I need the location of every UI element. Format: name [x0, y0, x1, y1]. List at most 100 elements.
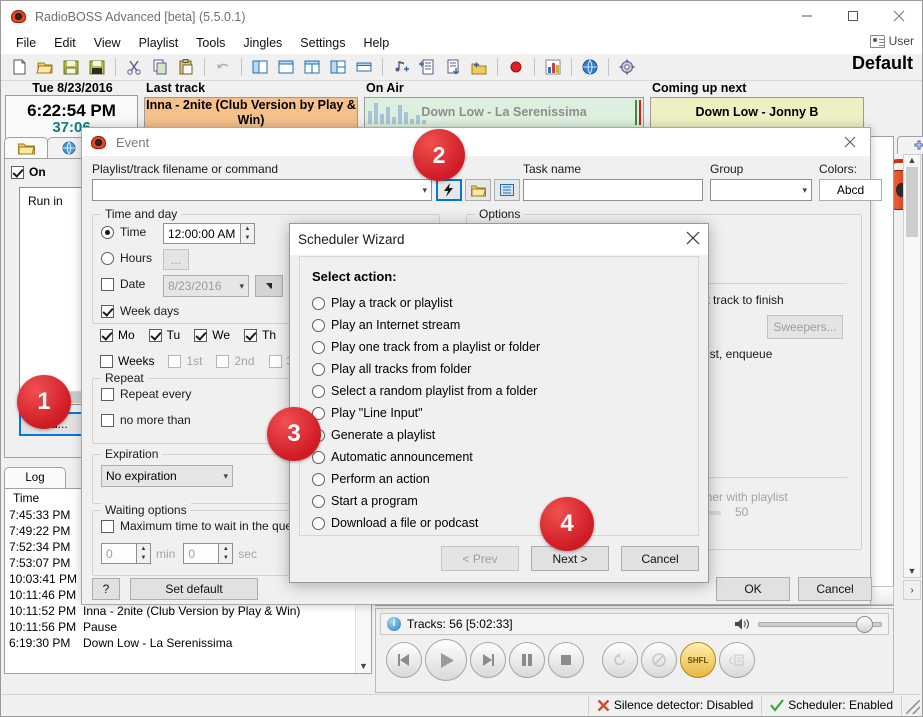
group-combo[interactable]: ▾	[710, 179, 812, 201]
select-playlist-button[interactable]	[494, 179, 520, 201]
previous-button[interactable]	[386, 642, 422, 678]
layout-two-col-icon[interactable]	[300, 56, 324, 79]
layout-single-icon[interactable]	[274, 56, 298, 79]
filename-combo[interactable]: ▾	[92, 179, 432, 201]
pause-button[interactable]	[509, 642, 545, 678]
menu-playlist[interactable]: Playlist	[130, 34, 188, 52]
save-icon[interactable]	[59, 56, 83, 79]
repeat-button[interactable]	[602, 642, 638, 678]
log-row[interactable]: 6:19:30 PM Down Low - La Serenissima	[5, 635, 371, 651]
event-dialog-close-icon[interactable]	[836, 130, 864, 154]
menu-view[interactable]: View	[85, 34, 130, 52]
on-air-value-box[interactable]: Down Low - La Serenissima	[364, 97, 644, 128]
wizard-cancel-button[interactable]: Cancel	[621, 546, 699, 571]
paste-icon[interactable]	[174, 56, 198, 79]
last-track-value[interactable]: Inna - 2nite (Club Version by Play & Win…	[144, 97, 358, 128]
resize-grip-icon[interactable]	[906, 700, 920, 714]
wizard-option-internet-stream[interactable]: Play an Internet stream	[312, 314, 698, 336]
add-folder-icon[interactable]	[467, 56, 491, 79]
record-icon[interactable]	[504, 56, 528, 79]
no-fade-button[interactable]	[641, 642, 677, 678]
next-button[interactable]	[470, 642, 506, 678]
log-row[interactable]: 10:11:52 PM Inna - 2nite (Club Version by…	[5, 603, 371, 619]
event-cancel-button[interactable]: Cancel	[798, 577, 872, 601]
wizard-close-icon[interactable]	[686, 231, 700, 248]
layout-mixed-icon[interactable]	[326, 56, 350, 79]
new-file-icon[interactable]	[7, 56, 31, 79]
hours-radio-row[interactable]: Hours	[101, 251, 152, 265]
menu-file[interactable]: File	[7, 34, 45, 52]
expiration-combo[interactable]: No expiration ▾	[101, 465, 233, 487]
right-scrollbar[interactable]: ▲ ▼	[903, 154, 921, 578]
wizard-option-all-tracks-folder[interactable]: Play all tracks from folder	[312, 358, 698, 380]
menu-help[interactable]: Help	[354, 34, 398, 52]
sidebar-tab-folder[interactable]	[4, 137, 48, 158]
add-playlist-icon[interactable]	[415, 56, 439, 79]
cut-icon[interactable]	[122, 56, 146, 79]
weekday-th[interactable]: Th	[244, 328, 276, 342]
date-dropdown-button[interactable]	[255, 275, 283, 297]
task-name-input[interactable]	[523, 179, 703, 201]
set-default-button[interactable]: Set default	[130, 578, 258, 600]
wait-min-spinner[interactable]: 0 ▲ ▼ min 0 ▲ ▼ sec	[101, 543, 257, 564]
stop-button[interactable]	[548, 642, 584, 678]
minimize-button[interactable]	[784, 1, 830, 31]
menu-edit[interactable]: Edit	[45, 34, 85, 52]
expand-right-button[interactable]: ›	[903, 580, 921, 600]
open-folder-icon[interactable]	[33, 56, 57, 79]
copy-icon[interactable]	[148, 56, 172, 79]
weekday-we[interactable]: We	[194, 328, 230, 342]
scheduler-status[interactable]: Scheduler: Enabled	[761, 695, 901, 715]
log-row[interactable]: 10:11:56 PM Pause	[5, 619, 371, 635]
sweepers-button[interactable]: Sweepers...	[767, 315, 843, 339]
wizard-option-perform-action[interactable]: Perform an action	[312, 468, 698, 490]
max-wait-row[interactable]: Maximum time to wait in the queue	[101, 519, 305, 533]
weekdays-checkbox-row[interactable]: Week days	[101, 304, 179, 318]
ok-button[interactable]: OK	[716, 577, 790, 601]
time-radio-row[interactable]: Time	[101, 225, 146, 239]
layout-left-icon[interactable]	[248, 56, 272, 79]
colors-preview-button[interactable]: Abcd	[819, 179, 882, 201]
week-2nd[interactable]: 2nd	[216, 354, 255, 368]
hours-picker-button[interactable]: ...	[163, 249, 189, 270]
internet-icon[interactable]	[578, 56, 602, 79]
save-as-icon[interactable]	[85, 56, 109, 79]
import-playlist-icon[interactable]	[441, 56, 465, 79]
silence-detector-status[interactable]: Silence detector: Disabled	[587, 695, 761, 715]
date-combo[interactable]: 8/23/2016 ▾	[163, 275, 249, 297]
maximize-button[interactable]	[830, 1, 876, 31]
help-button[interactable]: ?	[92, 578, 120, 600]
shuffle-button[interactable]: SHFL	[680, 642, 716, 678]
spinner-icon[interactable]: ▲▼	[137, 543, 151, 564]
spinner-icon[interactable]: ▲▼	[241, 223, 255, 244]
wizard-option-download-file[interactable]: Download a file or podcast	[312, 512, 698, 534]
repeat-every-row[interactable]: Repeat every	[101, 387, 191, 401]
close-button[interactable]	[876, 1, 922, 31]
wizard-prev-button[interactable]: < Prev	[441, 546, 519, 571]
coming-up-value[interactable]: Down Low - Jonny B	[650, 97, 864, 128]
add-tracks-icon[interactable]	[389, 56, 413, 79]
play-button[interactable]	[425, 639, 467, 681]
weekday-mo[interactable]: Mo	[100, 328, 135, 342]
playlist-rotate-button[interactable]	[719, 642, 755, 678]
statistics-icon[interactable]	[541, 56, 565, 79]
wizard-option-random-playlist[interactable]: Select a random playlist from a folder	[312, 380, 698, 402]
settings-gear-icon[interactable]	[615, 56, 639, 79]
wizard-option-generate-playlist[interactable]: Generate a playlist	[312, 424, 698, 446]
wizard-option-automatic-announcement[interactable]: Automatic announcement	[312, 446, 698, 468]
date-checkbox-row[interactable]: Date	[101, 277, 145, 291]
user-indicator[interactable]: User	[869, 34, 914, 48]
wizard-option-one-track[interactable]: Play one track from a playlist or folder	[312, 336, 698, 358]
undo-icon[interactable]	[211, 56, 235, 79]
time-value-spinner[interactable]: 12:00:00 AM ▲ ▼	[163, 223, 255, 244]
volume-slider[interactable]	[758, 615, 882, 633]
menu-settings[interactable]: Settings	[291, 34, 354, 52]
volume-knob[interactable]	[856, 615, 873, 633]
volume-control[interactable]	[734, 615, 882, 633]
weeks-checkbox[interactable]: Weeks	[100, 354, 154, 368]
wizard-option-play-track[interactable]: Play a track or playlist	[312, 292, 698, 314]
spinner-icon[interactable]: ▲▼	[219, 543, 234, 564]
tab-log[interactable]: Log	[4, 467, 66, 488]
add-panel-tab[interactable]	[897, 136, 923, 154]
wizard-option-start-program[interactable]: Start a program	[312, 490, 698, 512]
